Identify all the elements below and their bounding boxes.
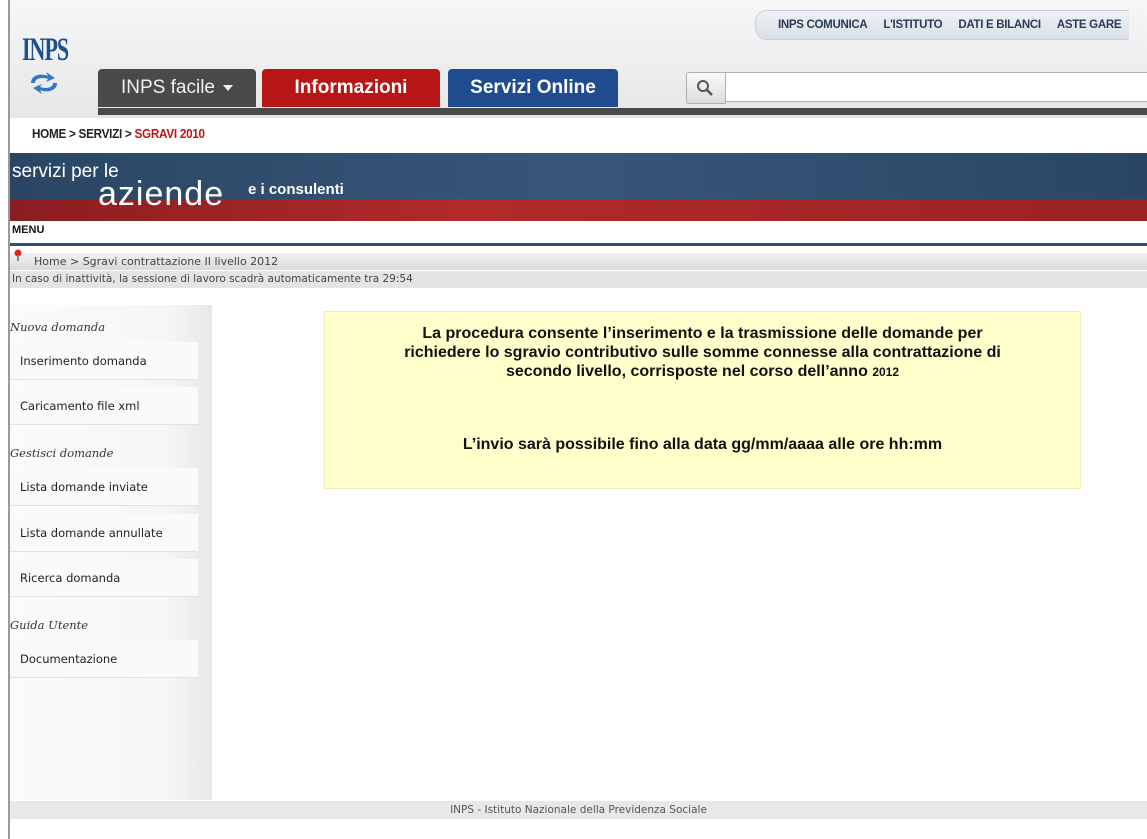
sidebar-menu: Nuova domanda Inserimento domanda Carica… bbox=[10, 305, 212, 800]
banner-line3: e i consulenti bbox=[248, 181, 344, 198]
notice-line1: La procedura consente l’inserimento e la… bbox=[422, 325, 983, 342]
sidebar-item-lista-domande-inviate[interactable]: Lista domande inviate bbox=[10, 468, 198, 506]
tab-inps-facile-label: INPS facile bbox=[121, 77, 215, 98]
page-footer: INPS - Istituto Nazionale della Previden… bbox=[10, 801, 1147, 819]
sidebar-item-caricamento-file-xml[interactable]: Caricamento file xml bbox=[10, 387, 198, 425]
sidebar-item-lista-domande-annullate[interactable]: Lista domande annullate bbox=[10, 514, 198, 552]
top-link-aste-gare[interactable]: ASTE GARE bbox=[1049, 19, 1129, 31]
sidebar-item-ricerca-domanda[interactable]: Ricerca domanda bbox=[10, 559, 198, 597]
tab-informazioni[interactable]: Informazioni bbox=[262, 69, 440, 107]
notice-line3: secondo livello, corrisposte nel corso d… bbox=[505, 363, 868, 380]
sidebar-item-documentazione[interactable]: Documentazione bbox=[10, 640, 198, 678]
aziende-banner: servizi per le aziende e i consulenti bbox=[10, 153, 1147, 221]
notice-line3-wrap: secondo livello, corrisposte nel corso d… bbox=[325, 362, 1080, 382]
tab-servizi-online-label: Servizi Online bbox=[470, 77, 596, 98]
notice-year: 2012 bbox=[872, 365, 900, 379]
sidebar-section-nuova-domanda: Nuova domanda bbox=[10, 320, 106, 334]
procedure-notice: La procedura consente l’inserimento e la… bbox=[324, 311, 1081, 489]
top-link-istituto[interactable]: L'ISTITUTO bbox=[875, 19, 950, 31]
search-input[interactable] bbox=[725, 72, 1147, 102]
logo-swirl-icon bbox=[31, 72, 57, 94]
top-link-inps-comunica[interactable]: INPS COMUNICA bbox=[770, 19, 875, 31]
breadcrumb: HOME > SERVIZI > SGRAVI 2010 bbox=[32, 126, 205, 141]
session-timeout-notice: In caso di inattività, la sessione di la… bbox=[10, 271, 1147, 288]
top-link-dati-bilanci[interactable]: DATI E BILANCI bbox=[950, 19, 1048, 31]
tab-servizi-online[interactable]: Servizi Online bbox=[448, 69, 618, 107]
search-button[interactable] bbox=[686, 72, 726, 104]
pin-icon bbox=[14, 249, 22, 261]
search-icon bbox=[697, 80, 713, 96]
sidebar-section-gestisci-domande: Gestisci domande bbox=[10, 446, 114, 460]
tab-informazioni-label: Informazioni bbox=[294, 77, 408, 98]
service-breadcrumb-text[interactable]: Home > Sgravi contrattazione II livello … bbox=[34, 253, 278, 270]
service-breadcrumb: Home > Sgravi contrattazione II livello … bbox=[10, 249, 1147, 270]
breadcrumb-path[interactable]: HOME > SERVIZI > bbox=[32, 126, 134, 141]
notice-description: La procedura consente l’inserimento e la… bbox=[325, 324, 1080, 382]
tab-inps-facile[interactable]: INPS facile bbox=[98, 69, 256, 107]
sidebar-section-guida-utente: Guida Utente bbox=[10, 618, 89, 632]
notice-deadline: L’invio sarà possibile fino alla data gg… bbox=[462, 436, 943, 453]
logo-text: INPS bbox=[22, 30, 69, 68]
notice-line2: richiedere lo sgravio contributivo sulle… bbox=[404, 344, 1001, 361]
top-navigation: INPS COMUNICA L'ISTITUTO DATI E BILANCI … bbox=[755, 10, 1130, 40]
menu-bar: MENU bbox=[10, 221, 1147, 246]
header-divider bbox=[98, 108, 1147, 115]
menu-label[interactable]: MENU bbox=[12, 224, 44, 236]
inps-logo[interactable]: INPS bbox=[22, 30, 69, 100]
chevron-down-icon bbox=[222, 84, 233, 91]
session-timeout-text: In caso di inattività, la sessione di la… bbox=[12, 273, 413, 285]
sidebar-item-inserimento-domanda[interactable]: Inserimento domanda bbox=[10, 342, 198, 380]
breadcrumb-current: SGRAVI 2010 bbox=[134, 126, 205, 141]
banner-line2: aziende bbox=[98, 175, 225, 213]
